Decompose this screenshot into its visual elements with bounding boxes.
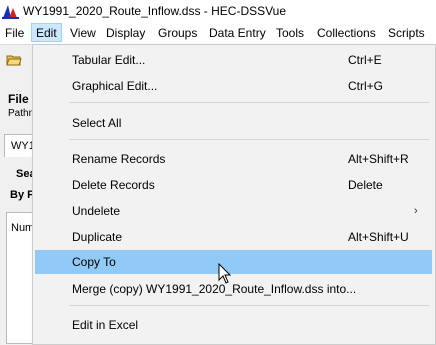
number-column-header: Num [11, 222, 35, 234]
menu-item-tabular-edit[interactable]: Tabular Edit... Ctrl+E [35, 48, 432, 72]
menu-display[interactable]: Display [106, 25, 145, 42]
menu-separator [69, 102, 429, 103]
menu-item-rename-records[interactable]: Rename Records Alt+Shift+R [35, 147, 432, 171]
menu-data-entry[interactable]: Data Entry [209, 25, 266, 42]
mouse-pointer-icon [218, 263, 232, 284]
menu-item-label: Rename Records [72, 152, 166, 166]
menu-item-label: Tabular Edit... [72, 53, 146, 67]
hec-dssvue-app-icon [2, 5, 19, 19]
menu-item-select-all[interactable]: Select All [35, 111, 432, 135]
menu-item-shortcut: Alt+Shift+R [348, 152, 409, 166]
menu-bar: File Edit View Display Groups Data Entry… [0, 22, 436, 44]
edit-dropdown-menu: Tabular Edit... Ctrl+E Graphical Edit...… [32, 44, 436, 345]
menu-item-graphical-edit[interactable]: Graphical Edit... Ctrl+G [35, 74, 432, 98]
menu-view[interactable]: View [70, 25, 96, 42]
menu-item-label: Delete Records [72, 178, 155, 192]
open-folder-icon[interactable] [6, 53, 22, 67]
pathname-label: Pathn [8, 108, 35, 119]
menu-item-shortcut: Ctrl+G [348, 79, 384, 93]
menu-item-merge-copy[interactable]: Merge (copy) WY1991_2020_Route_Inflow.ds… [35, 277, 432, 301]
menu-item-delete-records[interactable]: Delete Records Delete [35, 173, 432, 197]
menu-collections[interactable]: Collections [317, 25, 376, 42]
submenu-arrow-icon: › [414, 205, 418, 217]
menu-separator [69, 139, 429, 140]
menu-item-label: Merge (copy) WY1991_2020_Route_Inflow.ds… [72, 282, 357, 296]
menu-item-copy-to[interactable]: Copy To [35, 250, 432, 274]
menu-file[interactable]: File [5, 25, 24, 42]
menu-item-label: Copy To [72, 255, 116, 269]
menu-item-duplicate[interactable]: Duplicate Alt+Shift+U [35, 225, 432, 249]
menu-item-label: Duplicate [72, 230, 123, 244]
menu-item-label: Select All [72, 116, 122, 130]
menu-item-undelete[interactable]: Undelete › [35, 199, 432, 223]
file-section-label: File [8, 92, 29, 106]
menu-item-shortcut: Delete [348, 178, 383, 192]
menu-tools[interactable]: Tools [276, 25, 304, 42]
menu-item-label: Edit in Excel [72, 318, 139, 332]
title-bar: WY1991_2020_Route_Inflow.dss - HEC-DSSVu… [0, 0, 436, 22]
menu-groups[interactable]: Groups [158, 25, 197, 42]
menu-item-shortcut: Alt+Shift+U [348, 230, 409, 244]
menu-scripts[interactable]: Scripts [388, 25, 425, 42]
menu-separator [69, 305, 429, 306]
menu-item-label: Undelete [72, 204, 121, 218]
menu-edit[interactable]: Edit [31, 23, 62, 42]
menu-item-edit-in-excel[interactable]: Edit in Excel [35, 313, 432, 337]
menu-item-shortcut: Ctrl+E [348, 53, 382, 67]
by-part-label: By P [10, 189, 35, 201]
window-title: WY1991_2020_Route_Inflow.dss - HEC-DSSVu… [23, 4, 287, 18]
menu-item-label: Graphical Edit... [72, 79, 158, 93]
